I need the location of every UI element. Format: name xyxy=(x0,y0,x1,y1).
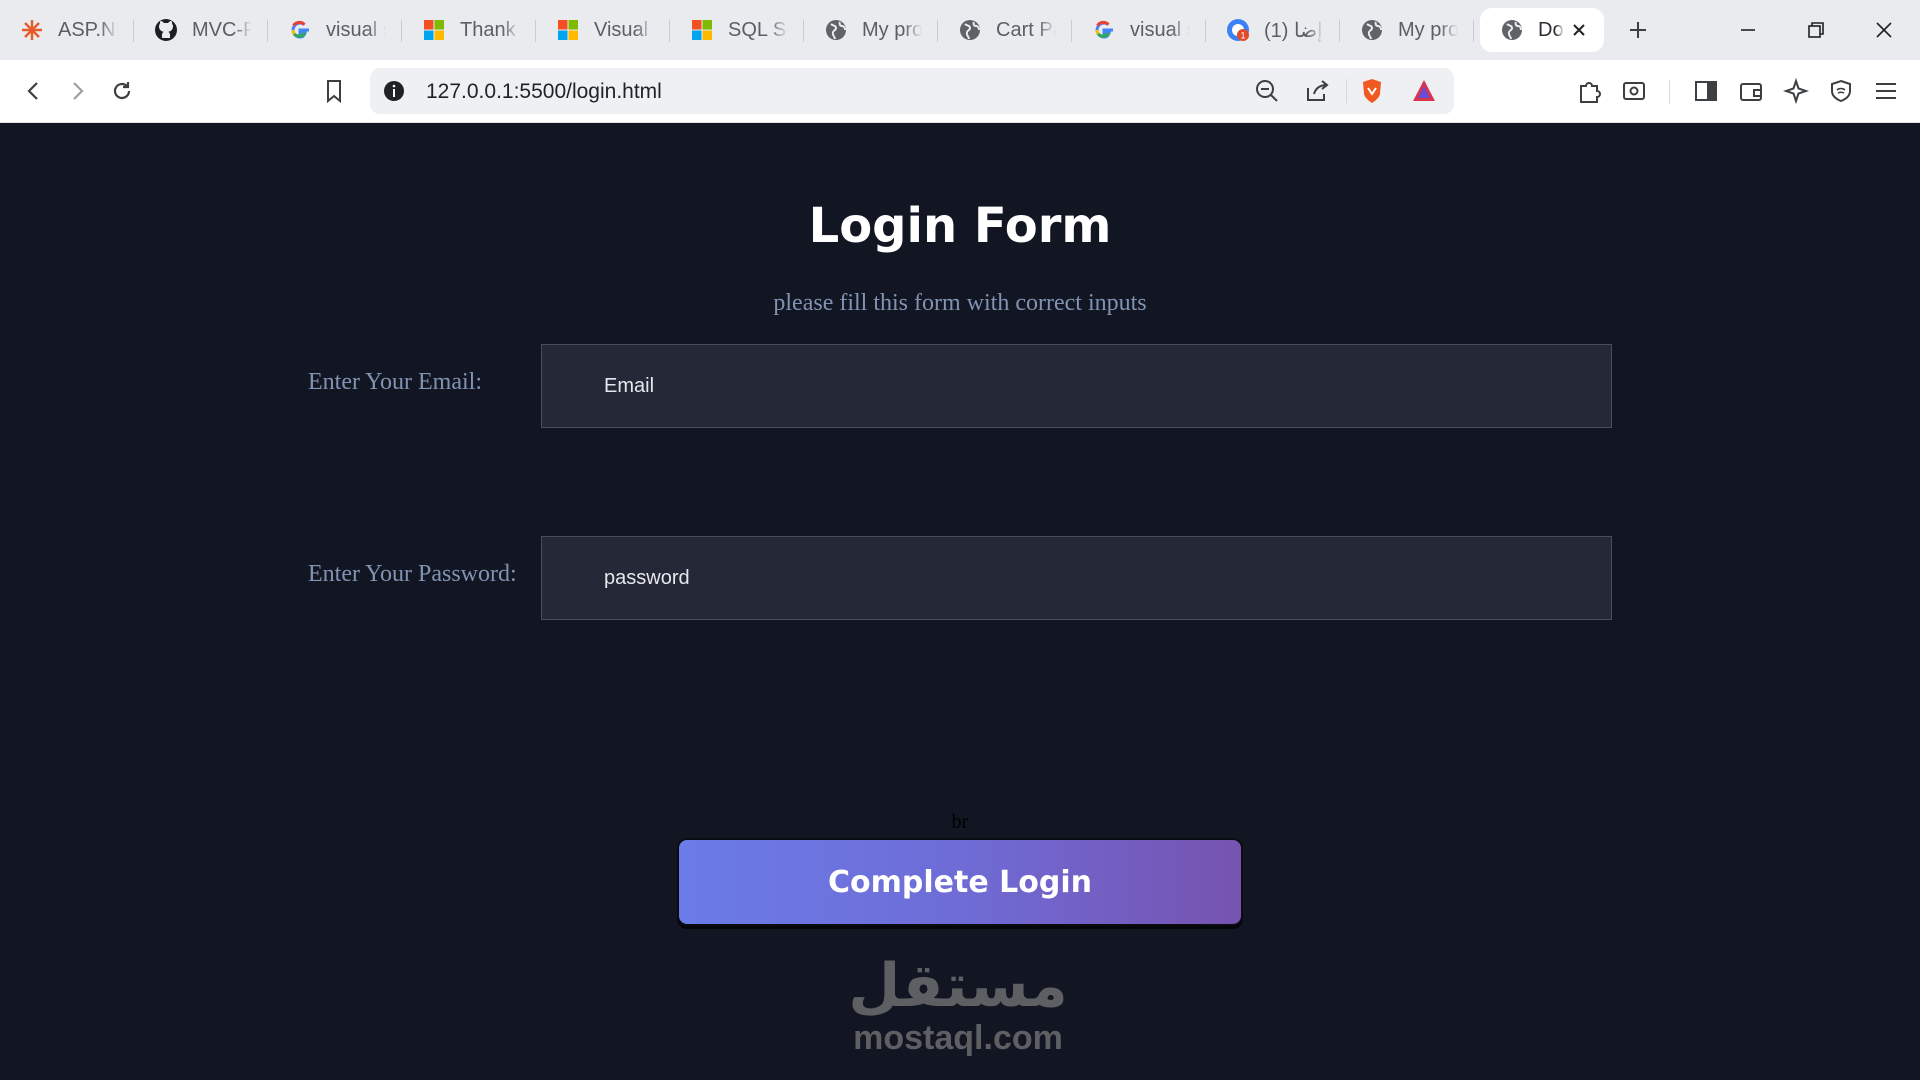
tab-list: ASP.NE MVC-Pr visual st Thank Y Visual S SQL … xyxy=(0,0,1604,60)
minimize-button[interactable] xyxy=(1714,0,1782,60)
email-label: Enter Your Email: xyxy=(308,369,482,395)
microsoft-icon xyxy=(556,18,580,42)
brave-rewards-icon[interactable] xyxy=(1410,77,1438,105)
globe-icon xyxy=(958,18,982,42)
hamburger-icon xyxy=(1876,83,1896,99)
browser-tab[interactable]: Visual S xyxy=(536,8,670,52)
browser-tab[interactable]: visual st xyxy=(268,8,402,52)
browser-tab[interactable]: SQL Ser xyxy=(670,8,804,52)
login-page: Login Form please fill this form with co… xyxy=(0,123,1920,1078)
new-tab-button[interactable] xyxy=(1616,8,1660,52)
google-icon xyxy=(1092,18,1116,42)
bookmark-icon xyxy=(327,80,341,103)
browser-tab[interactable]: My proj xyxy=(804,8,938,52)
microsoft-icon xyxy=(422,18,446,42)
browser-tab[interactable]: MVC-Pr xyxy=(134,8,268,52)
wallet-button[interactable] xyxy=(1733,73,1769,109)
tab-title: Do xyxy=(1538,18,1564,41)
tab-title: My proj xyxy=(1398,18,1458,41)
address-bar[interactable]: 127.0.0.1:5500/login.html xyxy=(370,68,1454,114)
globe-icon xyxy=(824,18,848,42)
chevron-right-icon xyxy=(73,82,84,100)
tab-title: visual st xyxy=(1130,18,1190,41)
password-field[interactable] xyxy=(541,536,1612,620)
close-tab-icon[interactable] xyxy=(1568,19,1590,41)
zoom-icon[interactable] xyxy=(1254,78,1280,104)
sparkle-icon xyxy=(1783,78,1809,104)
search-page-icon xyxy=(1623,82,1645,100)
browser-tab[interactable]: visual st xyxy=(1072,8,1206,52)
svg-text:1: 1 xyxy=(1240,31,1245,41)
microsoft-icon xyxy=(690,18,714,42)
browser-tab[interactable]: ASP.NE xyxy=(0,8,134,52)
page-title: Login Form xyxy=(808,198,1112,254)
tab-title: Visual S xyxy=(594,18,654,41)
close-icon xyxy=(1876,22,1892,38)
vpn-button[interactable] xyxy=(1823,73,1859,109)
bookmark-button[interactable] xyxy=(316,73,352,109)
brave-shields-icon[interactable] xyxy=(1358,77,1386,105)
forward-button[interactable] xyxy=(59,73,95,109)
tab-title: visual st xyxy=(326,18,386,41)
divider xyxy=(1346,79,1347,103)
back-button[interactable] xyxy=(16,73,52,109)
tab-title: (1) إضا xyxy=(1264,19,1323,42)
menu-button[interactable] xyxy=(1868,73,1904,109)
tab-title: My proj xyxy=(862,18,922,41)
share-icon[interactable] xyxy=(1304,78,1330,104)
shield-icon xyxy=(1831,79,1851,103)
tab-title: Thank Y xyxy=(460,18,520,41)
asterisk-icon xyxy=(20,18,44,42)
sidebar-button[interactable] xyxy=(1688,73,1724,109)
url-text[interactable]: 127.0.0.1:5500/login.html xyxy=(426,80,662,104)
browser-toolbar: 127.0.0.1:5500/login.html xyxy=(0,60,1920,123)
globe-icon xyxy=(1360,18,1384,42)
tab-title: ASP.NE xyxy=(58,18,118,41)
complete-login-button[interactable]: Complete Login xyxy=(677,838,1243,926)
notification-icon: 1 xyxy=(1226,18,1250,42)
google-icon xyxy=(288,18,312,42)
tab-active[interactable]: Do xyxy=(1480,8,1604,52)
watermark-arabic: مستقل xyxy=(848,951,1068,1021)
site-info-icon[interactable] xyxy=(382,79,406,103)
tab-title: MVC-Pr xyxy=(192,18,252,41)
tab-title: SQL Ser xyxy=(728,18,788,41)
close-window-button[interactable] xyxy=(1850,0,1918,60)
extensions-button[interactable] xyxy=(1572,73,1608,109)
chevron-left-icon xyxy=(27,82,38,100)
tab-strip: ASP.NE MVC-Pr visual st Thank Y Visual S SQL … xyxy=(0,0,1920,60)
puzzle-icon xyxy=(1580,82,1601,103)
plus-icon xyxy=(1630,22,1646,38)
browser-tab[interactable]: My proj xyxy=(1340,8,1474,52)
browser-tab[interactable]: 1 (1) إضا xyxy=(1206,8,1340,52)
password-label: Enter Your Password: xyxy=(308,561,517,587)
divider xyxy=(1669,80,1670,104)
globe-icon xyxy=(1500,18,1524,42)
reader-button[interactable] xyxy=(1616,73,1652,109)
minimize-icon xyxy=(1741,29,1755,31)
browser-tab[interactable]: Thank Y xyxy=(402,8,536,52)
page-subtitle: please fill this form with correct input… xyxy=(773,290,1147,316)
github-icon xyxy=(154,18,178,42)
sidebar-icon xyxy=(1695,81,1717,101)
restore-button[interactable] xyxy=(1782,0,1850,60)
watermark-domain: mostaql.com xyxy=(853,1019,1063,1057)
reload-button[interactable] xyxy=(104,73,140,109)
browser-tab[interactable]: Cart Pa xyxy=(938,8,1072,52)
reload-icon xyxy=(113,82,131,100)
email-field[interactable] xyxy=(541,344,1612,428)
restore-icon xyxy=(1808,22,1824,38)
tab-title: Cart Pa xyxy=(996,18,1056,41)
stray-text: br xyxy=(951,811,969,833)
leo-ai-button[interactable] xyxy=(1778,73,1814,109)
wallet-icon xyxy=(1740,83,1762,101)
watermark: مستقل mostaql.com xyxy=(843,956,1073,1058)
